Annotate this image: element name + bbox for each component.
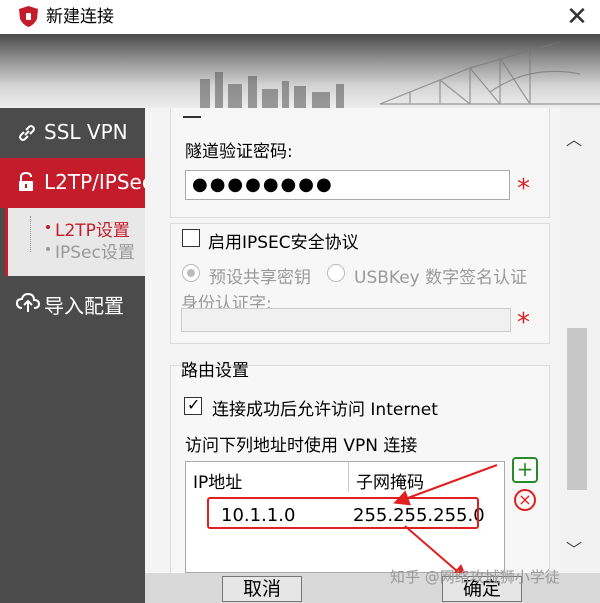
add-route-button[interactable]: + (512, 457, 538, 483)
usbkey-label: USBKey 数字签名认证 (354, 268, 528, 288)
tunnel-password-label: 隧道验证密码: (185, 142, 293, 162)
ipsec-enable-checkbox[interactable] (182, 229, 200, 247)
sidebar-subnav: L2TP设置 IPSec设置 (5, 208, 145, 276)
divider (183, 116, 201, 118)
password-value: ●●●●●●●● (192, 174, 334, 195)
watermark-text: 知乎 @网络攻城狮小学徒 (390, 568, 560, 586)
tunnel-card (170, 108, 550, 218)
header-banner (0, 34, 600, 108)
column-divider (348, 462, 349, 492)
allow-internet-label: 连接成功后允许访问 Internet (212, 400, 438, 420)
routing-title: 路由设置 (181, 361, 249, 381)
cloud-upload-icon (16, 292, 40, 312)
bullet-icon (46, 225, 50, 229)
ipsec-enable-label: 启用IPSEC安全协议 (208, 233, 359, 253)
cancel-button[interactable]: 取消 (222, 576, 302, 602)
column-header-ip: IP地址 (193, 473, 243, 493)
scroll-thumb[interactable] (567, 328, 587, 490)
sidebar-item-ssl-vpn[interactable]: SSL VPN (0, 108, 145, 158)
link-icon (19, 125, 35, 141)
main-panel: 隧道验证密码: ●●●●●●●● * 启用IPSEC安全协议 预设共享密钥 US… (145, 108, 560, 573)
window-title: 新建连接 (46, 7, 114, 27)
sidebar-item-l2tp-ipsec[interactable]: L2TP/IPSec (0, 158, 145, 208)
tunnel-password-input[interactable]: ●●●●●●●● (185, 170, 510, 200)
vpn-list-label: 访问下列地址时使用 VPN 连接 (185, 436, 418, 456)
preshared-key-radio[interactable] (182, 264, 200, 282)
chevron-down-icon[interactable]: ﹀ (566, 536, 582, 560)
subitem-ipsec-settings[interactable]: IPSec设置 (55, 238, 135, 263)
shield-icon (19, 6, 38, 27)
column-header-mask: 子网掩码 (356, 473, 424, 493)
row-highlight (207, 497, 479, 529)
sidebar-item-import-config[interactable]: 导入配置 (0, 280, 145, 326)
sidebar-item-label: 导入配置 (44, 294, 124, 318)
close-button[interactable]: ✕ (560, 2, 594, 32)
allow-internet-checkbox[interactable] (184, 395, 202, 415)
chevron-up-icon[interactable]: ︿ (566, 126, 582, 150)
usbkey-radio[interactable] (327, 264, 345, 282)
lock-icon (19, 171, 33, 191)
required-mark: * (517, 308, 530, 338)
remove-route-button[interactable]: × (514, 489, 536, 511)
sidebar: SSL VPN L2TP/IPSec L2TP设置 IPSec设置 导入配置 (0, 108, 145, 603)
bullet-icon (46, 247, 50, 251)
scrollbar[interactable]: ︿ ﹀ (560, 108, 600, 573)
sidebar-item-label: SSL VPN (44, 120, 128, 144)
title-bar: 新建连接 ✕ (0, 0, 600, 34)
required-mark: * (517, 174, 530, 204)
preshared-key-label: 预设共享密钥 (209, 268, 311, 288)
sidebar-item-label: L2TP/IPSec (44, 170, 145, 194)
skyline-image (200, 41, 600, 108)
identity-input[interactable] (181, 308, 511, 332)
tree-connector (30, 216, 38, 252)
